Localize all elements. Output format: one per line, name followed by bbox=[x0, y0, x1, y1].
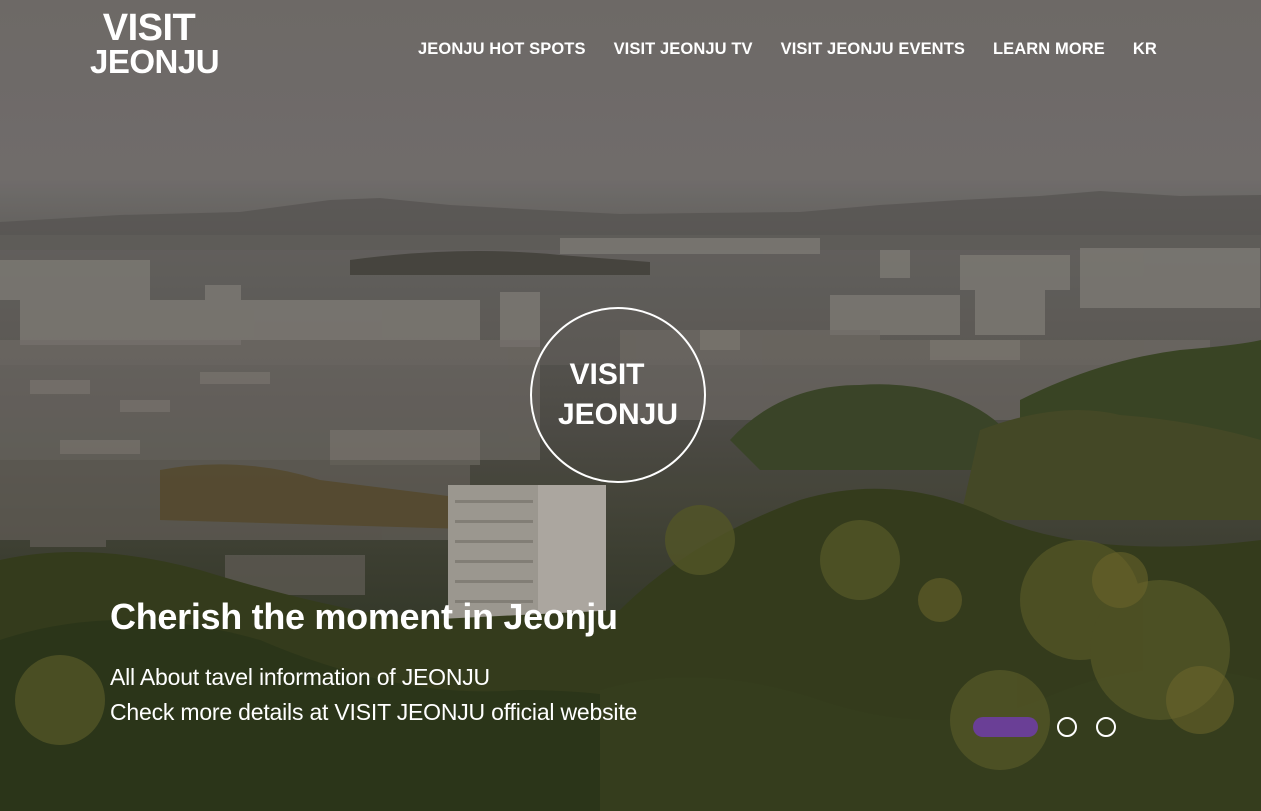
hero-headline: Cherish the moment in Jeonju bbox=[110, 596, 618, 637]
logo-line-2: JEONJU bbox=[90, 43, 220, 80]
badge-line-2: JEONJU bbox=[557, 398, 679, 431]
slide-indicator-3[interactable] bbox=[1096, 717, 1116, 737]
hero-subtitle-2: Check more details at VISIT JEONJU offic… bbox=[110, 699, 638, 725]
slide-indicator-1-active[interactable] bbox=[973, 717, 1038, 737]
center-logo-badge: VISIT JEONJU bbox=[530, 307, 706, 483]
nav-item-learn-more[interactable]: LEARN MORE bbox=[993, 40, 1105, 59]
hero-subtitle-1: All About tavel information of JEONJU bbox=[110, 664, 490, 690]
logo-line-1: VISIT bbox=[102, 7, 196, 49]
site-logo[interactable]: VISIT JEONJU bbox=[90, 7, 220, 80]
nav-item-tv[interactable]: VISIT JEONJU TV bbox=[614, 40, 753, 59]
badge-line-1: VISIT bbox=[569, 358, 645, 391]
hero-banner: VISIT JEONJU JEONJU HOT SPOTS VISIT JEON… bbox=[0, 0, 1261, 811]
nav-item-language-kr[interactable]: KR bbox=[1133, 40, 1157, 59]
slide-indicator-2[interactable] bbox=[1057, 717, 1077, 737]
slider-pagination bbox=[973, 717, 1116, 737]
nav-item-hot-spots[interactable]: JEONJU HOT SPOTS bbox=[418, 40, 586, 59]
nav-item-events[interactable]: VISIT JEONJU EVENTS bbox=[781, 40, 965, 59]
main-nav: JEONJU HOT SPOTS VISIT JEONJU TV VISIT J… bbox=[418, 40, 1157, 59]
